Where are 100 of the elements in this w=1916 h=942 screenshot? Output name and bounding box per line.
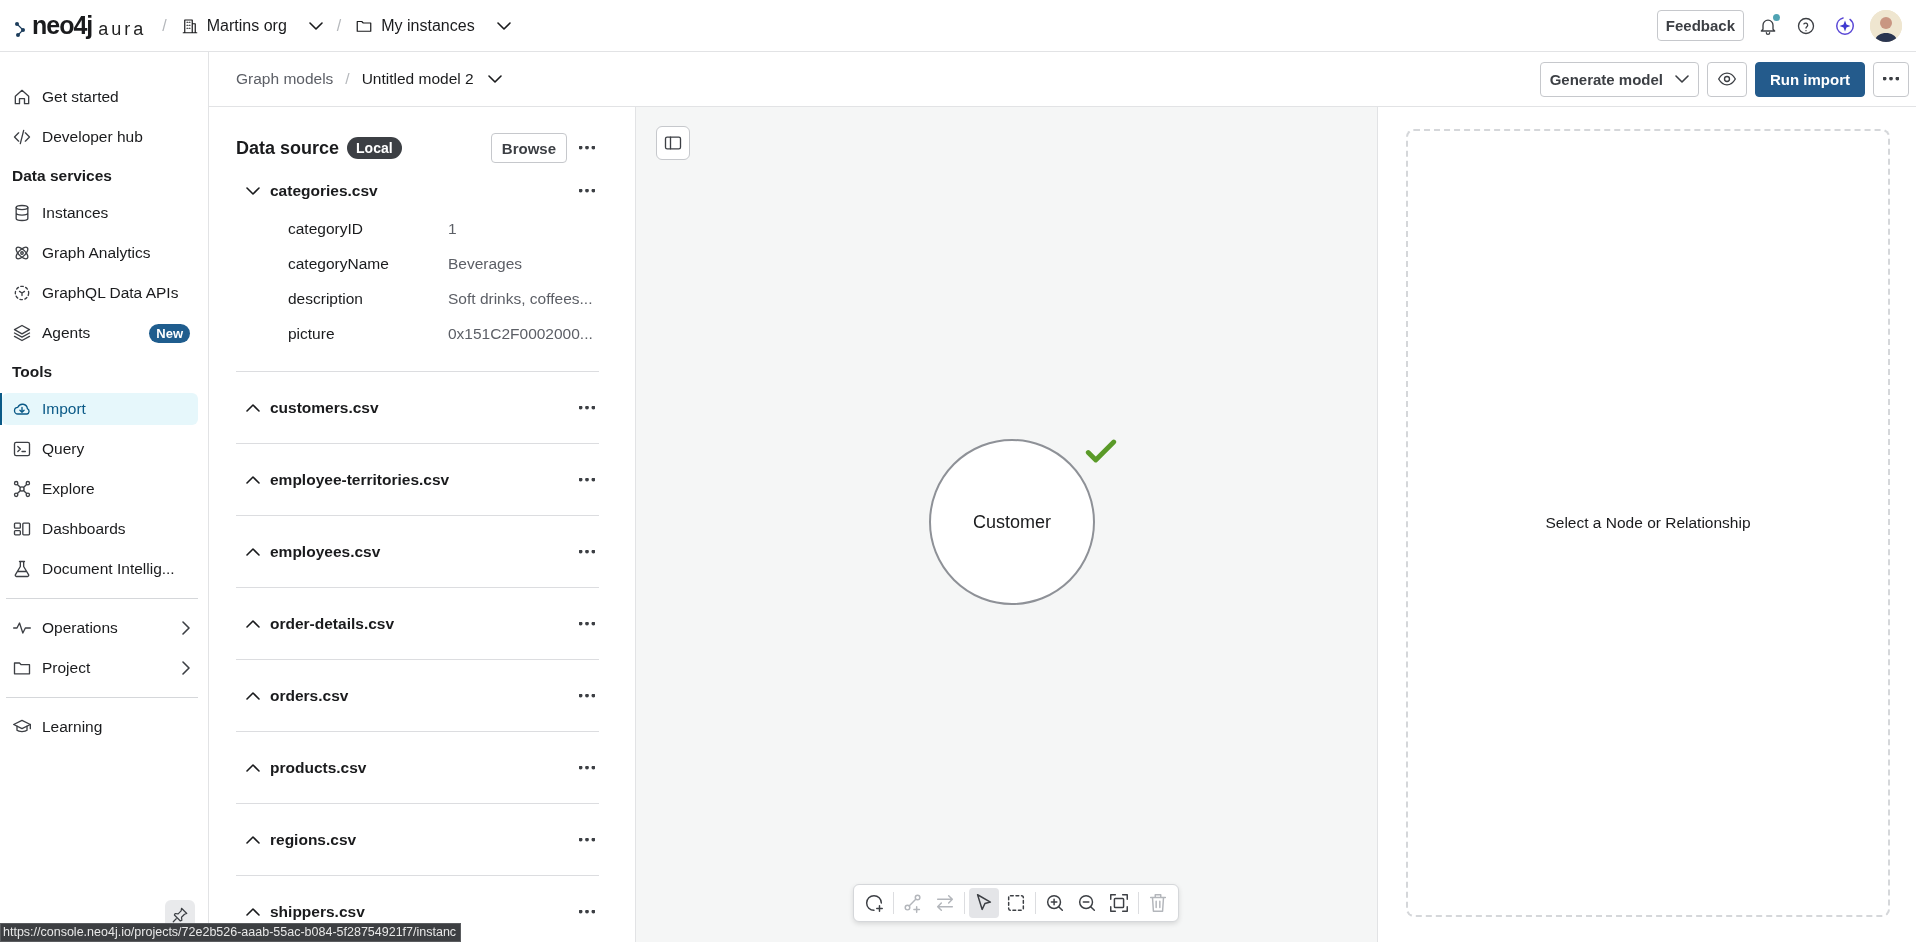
sidebar-item[interactable]: Developer hub bbox=[2, 121, 198, 153]
file-name[interactable]: shippers.csv bbox=[270, 903, 365, 921]
layers-icon bbox=[12, 323, 32, 343]
more-icon bbox=[579, 838, 595, 842]
field-value: 0x151C2F0002000... bbox=[448, 324, 594, 343]
file-name[interactable]: order-details.csv bbox=[270, 615, 395, 633]
feedback-button[interactable]: Feedback bbox=[1656, 10, 1744, 41]
chevron-down-icon[interactable] bbox=[246, 187, 260, 195]
chevron-up-icon[interactable] bbox=[246, 764, 260, 772]
sidebar-item[interactable]: GraphQL Data APIs bbox=[2, 277, 198, 309]
sidebar-item[interactable]: Instances bbox=[2, 197, 198, 229]
more-icon bbox=[1883, 77, 1899, 81]
field-value: 1 bbox=[448, 219, 458, 238]
model-dropdown[interactable]: Untitled model 2 bbox=[361, 70, 502, 88]
file-name[interactable]: customers.csv bbox=[270, 399, 379, 417]
field-value: Beverages bbox=[448, 254, 524, 273]
browse-button[interactable]: Browse bbox=[490, 133, 567, 163]
section-heading: Data services bbox=[11, 166, 113, 186]
sidebar-item[interactable]: Query bbox=[2, 433, 198, 465]
sparkle-icon bbox=[1834, 14, 1856, 37]
chevron-down-icon bbox=[308, 21, 323, 30]
more-icon bbox=[579, 910, 595, 914]
preview-button[interactable] bbox=[1707, 61, 1747, 97]
sidebar-item[interactable]: Import bbox=[2, 393, 198, 425]
add-node-icon bbox=[863, 892, 885, 914]
status-url: https://console.neo4j.io/projects/72e2b526-aaab-55ac-b084-5f28754921f7/instanc bbox=[3, 925, 457, 939]
file-name[interactable]: orders.csv bbox=[270, 687, 349, 705]
chevron-up-icon[interactable] bbox=[246, 476, 260, 484]
help-icon bbox=[1796, 15, 1816, 36]
zoom-in-icon bbox=[1044, 892, 1066, 914]
panel-toggle-button[interactable] bbox=[656, 126, 690, 160]
sidebar-item[interactable]: Get started bbox=[2, 81, 198, 113]
new-badge: New bbox=[149, 323, 190, 343]
chevron-up-icon[interactable] bbox=[246, 620, 260, 628]
chevron-down-icon bbox=[1675, 75, 1689, 83]
fit-view-icon bbox=[1108, 892, 1130, 914]
chevron-up-icon[interactable] bbox=[246, 692, 260, 700]
breadcrumb-separator: / bbox=[162, 16, 167, 35]
chevron-up-icon[interactable] bbox=[246, 908, 260, 916]
chevron-down-icon bbox=[487, 75, 502, 83]
chevron-up-icon[interactable] bbox=[246, 404, 260, 412]
sidebar-item[interactable]: Project bbox=[2, 652, 198, 684]
dashed-circle-icon bbox=[12, 283, 32, 303]
field-value: Soft drinks, coffees... bbox=[448, 289, 594, 308]
sidebar-item[interactable]: Operations bbox=[2, 612, 198, 644]
chevron-right-icon bbox=[182, 621, 190, 635]
file-name[interactable]: employee-territories.csv bbox=[270, 471, 450, 489]
chevron-up-icon[interactable] bbox=[246, 836, 260, 844]
generate-model-dropdown[interactable]: Generate model bbox=[1539, 61, 1699, 97]
chevron-down-icon bbox=[496, 21, 511, 30]
more-icon bbox=[579, 478, 595, 482]
chevron-up-icon[interactable] bbox=[246, 548, 260, 556]
more-icon bbox=[579, 694, 595, 698]
logo-dots-icon bbox=[14, 20, 26, 38]
graph-icon bbox=[12, 479, 32, 499]
more-icon bbox=[579, 766, 595, 770]
source-badge: Local bbox=[347, 137, 402, 159]
field-name: categoryID bbox=[288, 219, 364, 238]
more-icon bbox=[579, 406, 595, 410]
breadcrumb-separator: / bbox=[336, 16, 342, 35]
chevron-right-icon bbox=[182, 661, 190, 675]
sidebar-item[interactable]: Learning bbox=[2, 711, 198, 743]
file-name[interactable]: employees.csv bbox=[270, 543, 381, 561]
sidebar-item[interactable]: Explore bbox=[2, 473, 198, 505]
terminal-icon bbox=[12, 439, 32, 459]
panel-title: Data source bbox=[236, 137, 340, 159]
sidebar-item[interactable]: Graph Analytics bbox=[2, 237, 198, 269]
swap-arrows-icon bbox=[934, 892, 956, 914]
file-name[interactable]: regions.csv bbox=[270, 831, 357, 849]
breadcrumb-link[interactable]: Graph models bbox=[236, 70, 334, 88]
trash-icon bbox=[1147, 892, 1169, 914]
more-icon bbox=[579, 146, 595, 150]
logo-wordmark: neo4j bbox=[32, 13, 93, 38]
empty-message: Select a Node or Relationship bbox=[1545, 514, 1751, 532]
toolbar-button[interactable] bbox=[969, 888, 999, 918]
field-name: description bbox=[288, 289, 364, 308]
user-avatar[interactable] bbox=[1870, 9, 1902, 42]
product-name: aura bbox=[98, 20, 147, 38]
breadcrumb-separator: / bbox=[345, 70, 350, 88]
building-icon bbox=[180, 16, 199, 35]
field-name: categoryName bbox=[288, 254, 390, 273]
file-name[interactable]: products.csv bbox=[270, 759, 367, 777]
more-icon bbox=[579, 622, 595, 626]
zoom-out-icon bbox=[1076, 892, 1098, 914]
home-icon bbox=[12, 87, 32, 107]
breadcrumb-dropdown[interactable]: Martins org bbox=[176, 12, 327, 39]
field-name: picture bbox=[288, 324, 336, 343]
code-icon bbox=[12, 127, 32, 147]
graph-node[interactable]: Customer bbox=[929, 439, 1095, 605]
flask-icon bbox=[12, 559, 32, 579]
dashed-square-icon bbox=[1005, 892, 1027, 914]
more-icon bbox=[579, 550, 595, 554]
sidebar-item[interactable]: Agents New bbox=[2, 317, 198, 349]
run-import-button[interactable]: Run import bbox=[1755, 61, 1865, 97]
sidebar-item[interactable]: Document Intellig... bbox=[2, 553, 198, 585]
section-heading: Tools bbox=[11, 362, 54, 382]
sidebar-item[interactable]: Dashboards bbox=[2, 513, 198, 545]
breadcrumb-dropdown[interactable]: My instances bbox=[351, 12, 515, 39]
file-name[interactable]: categories.csv bbox=[270, 182, 378, 200]
add-relationship-icon bbox=[902, 892, 924, 914]
